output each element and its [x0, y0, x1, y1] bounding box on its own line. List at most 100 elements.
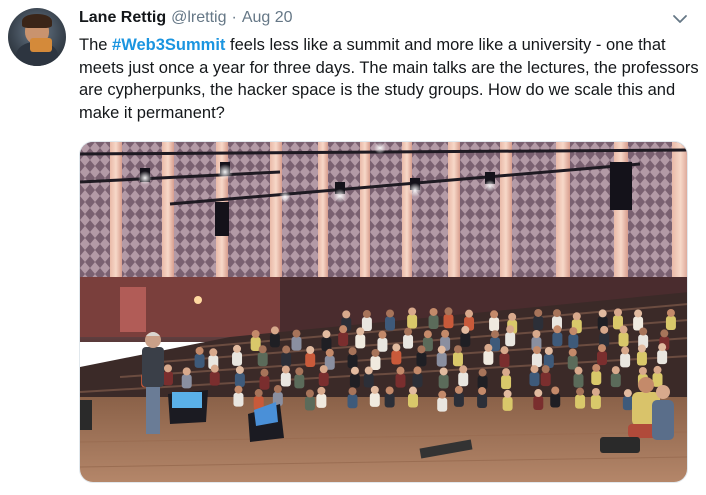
- audience-member-body: [347, 354, 358, 369]
- audience-member-head: [569, 327, 578, 336]
- audience-member-head: [500, 346, 509, 355]
- audience-member-head: [195, 346, 204, 355]
- audience-member-body: [529, 372, 540, 387]
- audience-member-head: [502, 368, 511, 377]
- audience-member-head: [281, 365, 290, 374]
- audience-member-body: [501, 375, 512, 390]
- audience-member-head: [503, 389, 512, 398]
- audience-member-head: [508, 312, 517, 321]
- audience-member-body: [618, 332, 629, 347]
- chevron-down-icon: [673, 15, 687, 23]
- audience-member-head: [417, 345, 426, 354]
- audience-member-body: [162, 371, 173, 386]
- audience-member-head: [282, 345, 291, 354]
- audience-member-head: [490, 310, 499, 319]
- audience-member-head: [339, 325, 348, 334]
- audience-member-body: [597, 351, 608, 366]
- avatar-hair: [22, 14, 52, 28]
- audience-member-head: [378, 330, 387, 339]
- audience-member-body: [395, 373, 406, 388]
- audience-member-body: [540, 372, 551, 387]
- audience-member-head: [553, 325, 562, 334]
- author-avatar[interactable]: [8, 8, 66, 66]
- avatar-held-object: [30, 38, 52, 52]
- audience-member-head: [364, 366, 373, 375]
- audience-member-head: [317, 386, 326, 395]
- audience-member-body: [385, 316, 396, 331]
- audience-member-head: [342, 310, 351, 319]
- audience-member-body: [355, 334, 366, 349]
- audience-member-body: [550, 393, 561, 408]
- audience-member-head: [325, 348, 334, 357]
- audience-member-head: [385, 386, 394, 395]
- audience-member-head: [591, 387, 600, 396]
- audience-member-body: [407, 314, 418, 329]
- audience-member-head: [572, 312, 581, 321]
- audience-member-head: [623, 389, 632, 398]
- audience-member-head: [441, 329, 450, 338]
- audience-member-body: [377, 337, 388, 352]
- audience-member-head: [305, 389, 314, 398]
- wall-panels: [80, 142, 687, 282]
- audience-member-body: [590, 394, 601, 409]
- audience-member-body: [657, 350, 668, 365]
- author-handle[interactable]: @lrettig: [171, 9, 226, 27]
- audience-member-head: [491, 330, 500, 339]
- audience-member-head: [437, 345, 446, 354]
- audience-member-body: [407, 393, 418, 408]
- audience-member-head: [254, 389, 263, 398]
- audience-member-body: [384, 393, 395, 408]
- audience-member-head: [611, 366, 620, 375]
- audience-member-body: [391, 350, 402, 365]
- audience-member-head: [258, 345, 267, 354]
- audience-member-head: [534, 308, 543, 317]
- audience-member-body: [622, 396, 633, 411]
- audience-member-head: [413, 366, 422, 375]
- audience-member-head: [251, 330, 260, 339]
- tweet-text: The #Web3Summit feels less like a summit…: [79, 34, 699, 124]
- audience-member-body: [575, 394, 586, 409]
- audience-member-body: [483, 350, 494, 365]
- audience-member-body: [349, 373, 360, 388]
- audience-member-head: [235, 365, 244, 374]
- audience-member-head: [270, 326, 279, 335]
- audience-member-head: [295, 367, 304, 376]
- audience-member-body: [552, 332, 563, 347]
- header-separator: ·: [231, 9, 237, 26]
- audience-member-body: [233, 392, 244, 407]
- audience-member-head: [534, 389, 543, 398]
- tweet-photo[interactable]: [79, 141, 688, 483]
- audience-member-head: [541, 365, 550, 374]
- author-name[interactable]: Lane Rettig: [79, 9, 166, 27]
- audience-member-head: [292, 329, 301, 338]
- tweet: Lane Rettig @lrettig · Aug 20 The #Web3S…: [0, 0, 706, 495]
- audience-member-head: [461, 325, 470, 334]
- hashtag-link[interactable]: #Web3Summit: [112, 36, 225, 54]
- audience-member-body: [316, 393, 327, 408]
- audience-member-head: [576, 387, 585, 396]
- audience-member-head: [273, 385, 282, 394]
- audience-member-head: [348, 347, 357, 356]
- audience-member-head: [453, 345, 462, 354]
- audience-member-body: [573, 373, 584, 388]
- audience-member-head: [306, 345, 315, 354]
- audience-member-head: [598, 344, 607, 353]
- audience-member-body: [591, 370, 602, 385]
- more-menu-button[interactable]: [672, 12, 688, 26]
- audience-member-body: [533, 315, 544, 330]
- audience-member-body: [234, 372, 245, 387]
- audience-member-body: [477, 393, 488, 408]
- foreground-attendee: [638, 377, 654, 393]
- audience-member-head: [613, 308, 622, 317]
- audience-member-head: [653, 365, 662, 374]
- audience-member-head: [506, 325, 515, 334]
- audience-member-head: [459, 365, 468, 374]
- audience-member-head: [408, 386, 417, 395]
- audience-member-head: [210, 364, 219, 373]
- audience-member-head: [574, 366, 583, 375]
- audience-member-head: [209, 348, 218, 357]
- audience-member-body: [294, 374, 305, 389]
- tweet-timestamp[interactable]: Aug 20: [242, 9, 293, 27]
- audience-member-head: [544, 346, 553, 355]
- audience-member-head: [551, 386, 560, 395]
